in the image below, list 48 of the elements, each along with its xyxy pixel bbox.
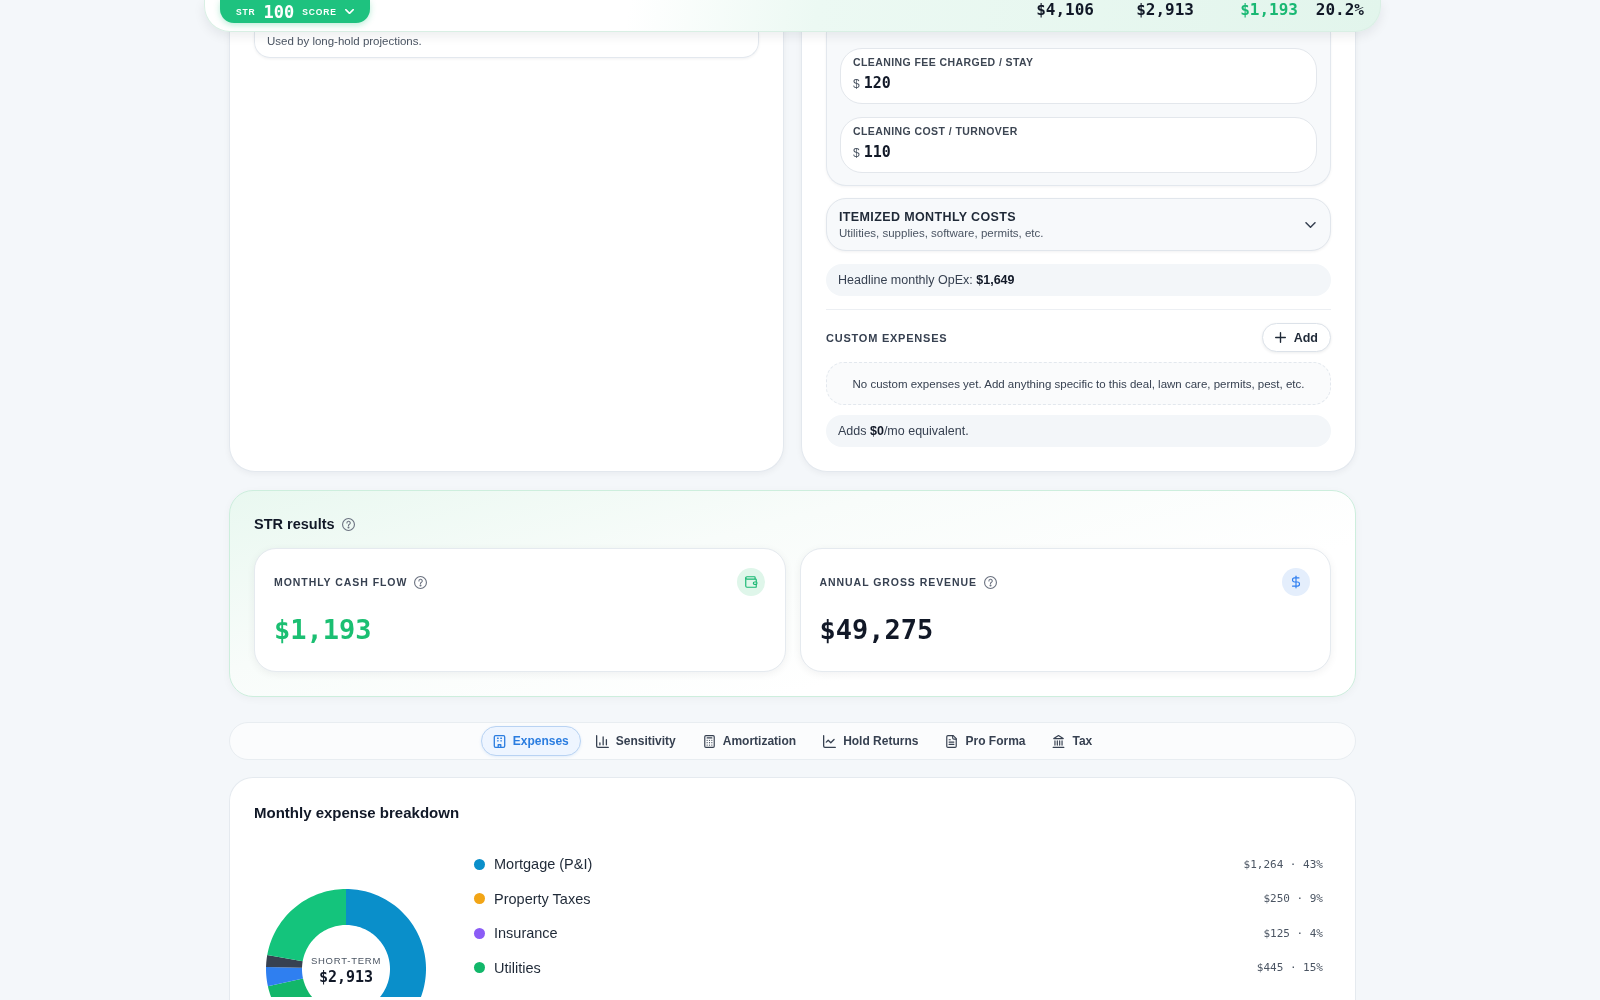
legend-value: $1,264 · 43% [1243, 857, 1323, 871]
metric-label: MONTHLY CASH FLOW [274, 576, 408, 588]
metric-label: ANNUAL GROSS REVENUE [819, 576, 978, 588]
field-label: CLEANING FEE CHARGED / STAY [853, 55, 1034, 69]
help-icon[interactable] [414, 575, 428, 589]
field-label: CLEANING COST / TURNOVER [853, 124, 1018, 138]
tab[interactable]: Tax [1040, 726, 1105, 756]
metric-value: $1,193 [1239, 0, 1298, 19]
bar-chart-icon [595, 734, 609, 748]
section-title: Monthly expense breakdown [254, 803, 460, 823]
empty-state-message: No custom expenses yet. Add anything specific to this deal, lawn care, permits, pest, etc. [826, 362, 1331, 405]
tab[interactable]: Pro Forma [933, 726, 1038, 756]
help-icon[interactable] [984, 575, 998, 589]
bank-icon [1052, 734, 1066, 748]
opex-note: Headline monthly OpEx: $1,649 [826, 264, 1331, 296]
section-title: CUSTOM EXPENSES [826, 331, 948, 344]
chevron-down-icon [344, 9, 354, 14]
document-icon [945, 734, 959, 748]
wallet-icon [736, 568, 765, 596]
legend-value: $125 · 4% [1263, 926, 1323, 940]
metric-value: $4,106 [1035, 0, 1094, 19]
section-title: STR results [254, 516, 335, 532]
calculator-icon [702, 734, 716, 748]
legend-value: $445 · 15% [1256, 961, 1323, 975]
building-icon [492, 734, 506, 748]
custom-total-note: Adds $0/mo equivalent. [826, 415, 1331, 447]
legend-label: Insurance [494, 925, 558, 942]
legend-label: Mortgage (P&I) [494, 856, 593, 873]
currency-field[interactable]: CLEANING FEE CHARGED / STAY $ 120 [840, 48, 1317, 104]
tab[interactable]: Amortization [690, 726, 809, 756]
legend-value: $250 · 9% [1263, 892, 1323, 906]
currency-field[interactable]: CLEANING COST / TURNOVER $ 110 [840, 117, 1317, 173]
tab[interactable]: Hold Returns [811, 726, 931, 756]
add-button[interactable]: Add [1261, 323, 1331, 352]
field-hint: Used by long-hold projections. [267, 34, 423, 48]
tab[interactable]: Expenses [480, 726, 581, 756]
tab[interactable]: Sensitivity [583, 726, 688, 756]
dollar-icon [1282, 568, 1310, 596]
plus-icon [1274, 332, 1286, 343]
help-icon[interactable] [341, 517, 355, 531]
line-chart-icon [823, 734, 837, 748]
legend-label: Utilities [494, 959, 541, 976]
itemized-costs-toggle[interactable]: ITEMIZED MONTHLY COSTS Utilities, supplies, software, permits, etc. [826, 198, 1331, 251]
metric-value: $1,193 [274, 613, 372, 647]
metric-value: $49,275 [819, 613, 934, 647]
metric-value: $2,913 [1135, 0, 1194, 19]
metric-value: 20.2% [1314, 0, 1364, 19]
legend-label: Property Taxes [494, 890, 591, 907]
